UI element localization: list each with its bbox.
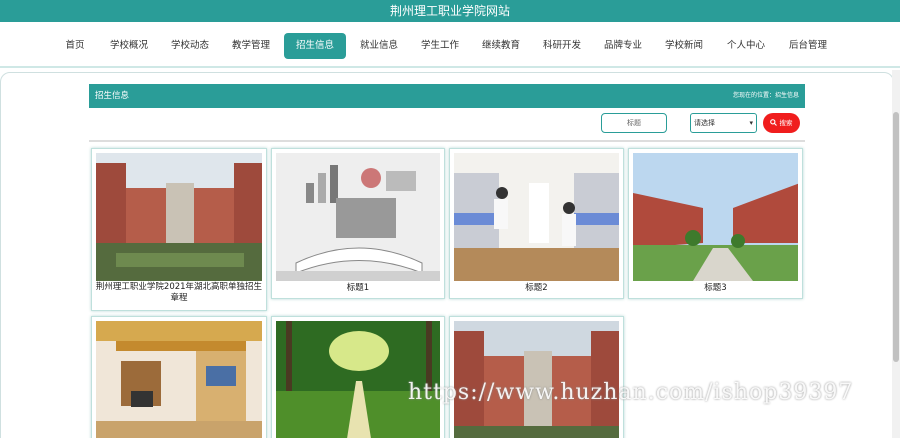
news-card[interactable]: 标题2 xyxy=(449,148,624,299)
nav-item-personal-center[interactable]: 个人中心 xyxy=(721,33,771,59)
search-input[interactable]: 标题 xyxy=(601,113,667,133)
nav-item-teaching[interactable]: 教学管理 xyxy=(226,33,276,59)
card-image-campus xyxy=(96,153,262,281)
watermark: https://www.huzhan.com/ishop39397 xyxy=(408,380,854,405)
card-image-campus-lawn xyxy=(633,153,798,281)
breadcrumb: 您现在的位置：招生信息 xyxy=(732,92,799,99)
section-header: 招生信息 您现在的位置：招生信息 xyxy=(89,84,805,108)
news-card[interactable]: 标题3 xyxy=(628,148,803,299)
card-caption: 标题1 xyxy=(346,283,370,293)
site-title: 荆州理工职业学院网站 xyxy=(389,4,510,18)
nav-item-brand-majors[interactable]: 品牌专业 xyxy=(598,33,648,59)
news-card[interactable] xyxy=(271,316,445,438)
news-card[interactable]: 标题1 xyxy=(271,148,445,299)
scrollbar-thumb[interactable] xyxy=(893,112,899,362)
news-card[interactable]: 荆州理工职业学院2021年湖北高职单独招生章程 xyxy=(91,148,267,311)
section-title: 招生信息 xyxy=(95,91,130,101)
select-value: 请选择 xyxy=(694,119,715,127)
card-image-dormitory xyxy=(454,153,619,281)
news-card[interactable] xyxy=(449,316,624,438)
card-image-book xyxy=(276,153,440,281)
nav-item-school-news[interactable]: 学校新闻 xyxy=(659,33,709,59)
nav-item-student-affairs[interactable]: 学生工作 xyxy=(415,33,465,59)
site-header: 荆州理工职业学院网站 xyxy=(0,0,900,22)
nav-item-home[interactable]: 首页 xyxy=(58,33,92,59)
nav-item-research[interactable]: 科研开发 xyxy=(537,33,587,59)
main-nav: 首页 学校概况 学校动态 教学管理 招生信息 就业信息 学生工作 继续教育 科研… xyxy=(0,22,900,68)
nav-item-admissions[interactable]: 招生信息 xyxy=(284,33,346,59)
chevron-down-icon: ▾ xyxy=(749,119,753,127)
news-card[interactable] xyxy=(91,316,267,438)
card-caption: 标题3 xyxy=(704,283,727,293)
card-image-dorm-desk xyxy=(96,321,262,438)
card-caption: 荆州理工职业学院2021年湖北高职单独招生章程 xyxy=(95,282,263,303)
divider xyxy=(89,140,805,142)
nav-item-school-overview[interactable]: 学校概况 xyxy=(104,33,154,59)
card-caption: 标题2 xyxy=(525,283,548,293)
search-icon xyxy=(770,119,778,126)
nav-item-continuing-edu[interactable]: 继续教育 xyxy=(476,33,526,59)
category-select[interactable]: 请选择 ▾ xyxy=(690,113,757,133)
search-button-label: 搜索 xyxy=(779,119,793,127)
nav-item-admin[interactable]: 后台管理 xyxy=(783,33,833,59)
nav-item-employment[interactable]: 就业信息 xyxy=(354,33,404,59)
search-button[interactable]: 搜索 xyxy=(763,113,800,133)
nav-item-school-news-dynamic[interactable]: 学校动态 xyxy=(165,33,215,59)
